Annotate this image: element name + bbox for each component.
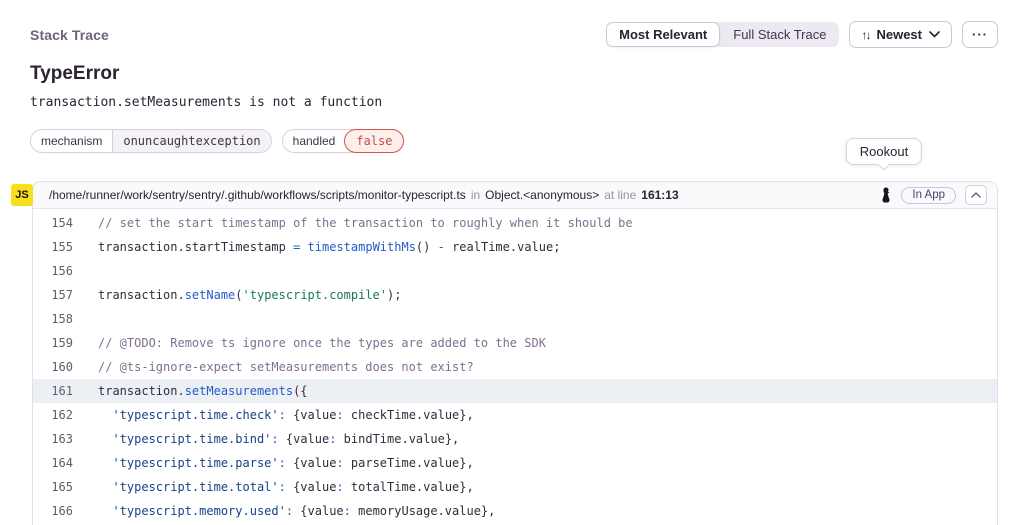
chevron-down-icon: [929, 31, 940, 38]
code-line-154: 154// set the start timestamp of the tra…: [33, 211, 997, 235]
line-number: 159: [33, 331, 73, 355]
ellipsis-icon: ···: [972, 27, 988, 42]
section-title: Stack Trace: [30, 27, 109, 43]
more-options-button[interactable]: ···: [962, 21, 998, 48]
line-number: 156: [33, 259, 73, 283]
code-line-159: 159// @TODO: Remove ts ignore once the t…: [33, 331, 997, 355]
tag-handled[interactable]: handled false: [282, 129, 405, 153]
line-number: 166: [33, 499, 73, 523]
frame-in-word: in: [471, 188, 480, 202]
line-number: 160: [33, 355, 73, 379]
code-context: 154// set the start timestamp of the tra…: [33, 209, 997, 523]
line-number: 164: [33, 451, 73, 475]
toggle-full-stack-trace[interactable]: Full Stack Trace: [720, 22, 839, 47]
code-line-157: 157transaction.setName('typescript.compi…: [33, 283, 997, 307]
frame-function: Object.<anonymous>: [485, 188, 599, 202]
sort-icon: ↑↓: [861, 28, 869, 42]
code-line-163: 163 'typescript.time.bind': {value: bind…: [33, 427, 997, 451]
frame-file-path: /home/runner/work/sentry/sentry/.github/…: [49, 188, 466, 202]
line-number: 157: [33, 283, 73, 307]
code-line-158: 158: [33, 307, 997, 331]
line-number: 158: [33, 307, 73, 331]
code-text: 'typescript.time.total': {value: totalTi…: [73, 475, 474, 499]
line-number: 154: [33, 211, 73, 235]
code-line-165: 165 'typescript.time.total': {value: tot…: [33, 475, 997, 499]
error-type-title: TypeError: [30, 63, 1026, 85]
code-text: [73, 259, 98, 283]
collapse-frame-button[interactable]: [965, 185, 987, 205]
code-text: // @TODO: Remove ts ignore once the type…: [73, 331, 546, 355]
line-number: 165: [33, 475, 73, 499]
sort-label: Newest: [876, 27, 922, 42]
code-text: // @ts-ignore-expect setMeasurements doe…: [73, 355, 474, 379]
tag-key: handled: [283, 130, 346, 152]
tag-key: mechanism: [31, 130, 112, 152]
stack-view-toggle: Most Relevant Full Stack Trace: [606, 22, 839, 47]
header-controls: Most Relevant Full Stack Trace ↑↓ Newest…: [606, 21, 998, 48]
tag-value-error: false: [344, 129, 404, 153]
stack-frame: JS /home/runner/work/sentry/sentry/.gith…: [32, 181, 998, 525]
frame-header[interactable]: /home/runner/work/sentry/sentry/.github/…: [33, 182, 997, 209]
code-line-161: 161transaction.setMeasurements({: [33, 379, 997, 403]
stack-trace-header: Stack Trace Most Relevant Full Stack Tra…: [0, 0, 1026, 48]
line-number: 162: [33, 403, 73, 427]
rookout-tooltip: Rookout: [846, 138, 922, 165]
frame-at-word: at line: [604, 188, 636, 202]
frame-location: /home/runner/work/sentry/sentry/.github/…: [49, 188, 679, 202]
line-number: 161: [33, 379, 73, 403]
in-app-badge: In App: [901, 187, 956, 204]
code-text: 'typescript.time.parse': {value: parseTi…: [73, 451, 474, 475]
code-text: // set the start timestamp of the transa…: [73, 211, 633, 235]
code-line-166: 166 'typescript.memory.used': {value: me…: [33, 499, 997, 523]
toggle-most-relevant[interactable]: Most Relevant: [606, 22, 720, 47]
line-number: 155: [33, 235, 73, 259]
code-line-162: 162 'typescript.time.check': {value: che…: [33, 403, 997, 427]
code-text: transaction.startTimestamp = timestampWi…: [73, 235, 560, 259]
javascript-badge: JS: [11, 184, 33, 206]
chevron-up-icon: [971, 192, 981, 198]
frame-header-actions: In App: [880, 185, 987, 205]
code-text: transaction.setName('typescript.compile'…: [73, 283, 401, 307]
line-number: 163: [33, 427, 73, 451]
frame-line-number: 161:13: [641, 188, 678, 202]
code-line-160: 160// @ts-ignore-expect setMeasurements …: [33, 355, 997, 379]
code-line-155: 155transaction.startTimestamp = timestam…: [33, 235, 997, 259]
error-message: transaction.setMeasurements is not a fun…: [30, 95, 1026, 110]
code-text: 'typescript.memory.used': {value: memory…: [73, 499, 495, 523]
sort-newest-button[interactable]: ↑↓ Newest: [849, 21, 952, 48]
code-text: transaction.setMeasurements({: [73, 379, 308, 403]
tag-mechanism[interactable]: mechanism onuncaughtexception: [30, 129, 272, 153]
code-line-164: 164 'typescript.time.parse': {value: par…: [33, 451, 997, 475]
code-text: [73, 307, 98, 331]
code-text: 'typescript.time.bind': {value: bindTime…: [73, 427, 459, 451]
code-line-156: 156: [33, 259, 997, 283]
tag-value: onuncaughtexception: [112, 130, 270, 152]
rookout-icon[interactable]: [880, 187, 892, 203]
code-text: 'typescript.time.check': {value: checkTi…: [73, 403, 474, 427]
